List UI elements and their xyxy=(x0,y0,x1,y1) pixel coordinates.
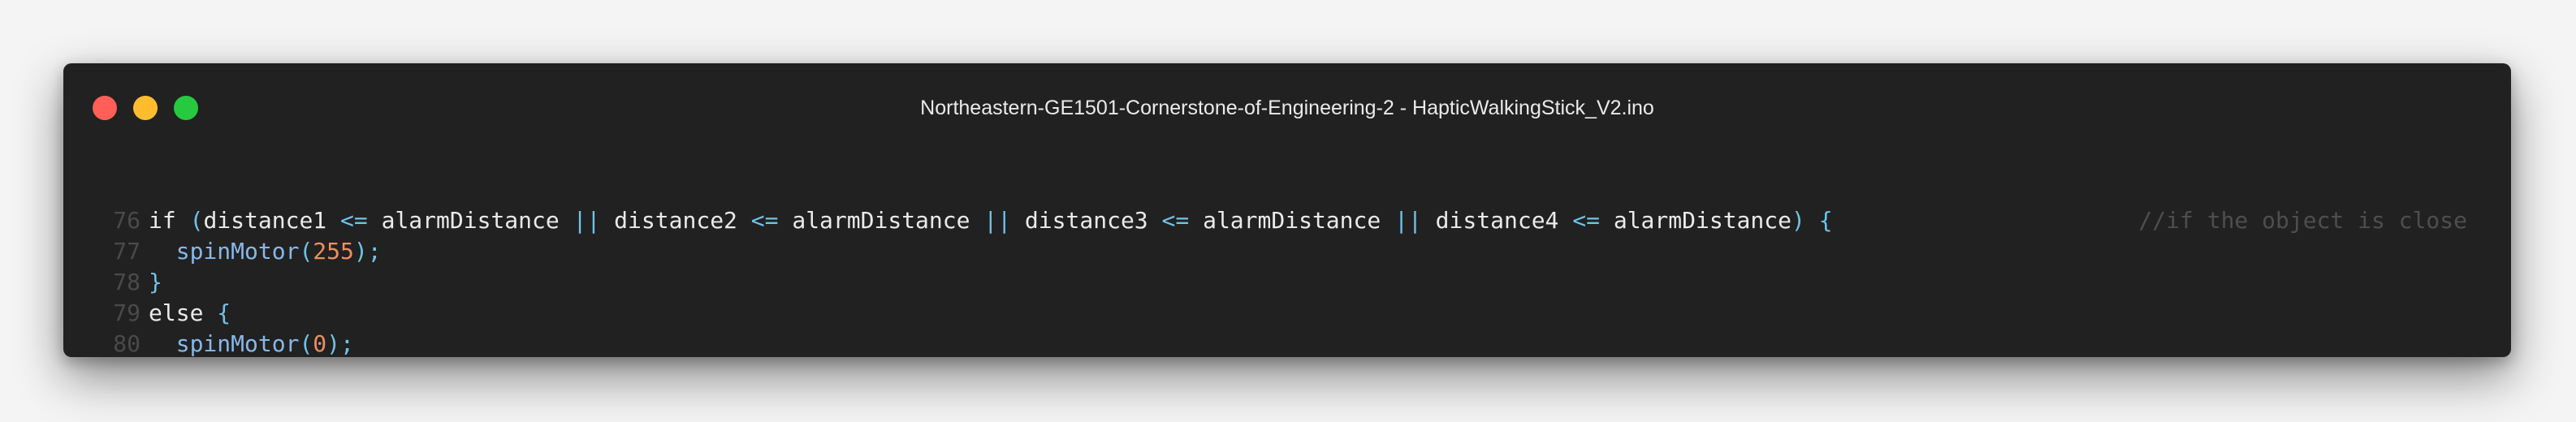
code-token: <= xyxy=(750,207,779,234)
code-token: ( xyxy=(299,238,313,265)
code-text: } xyxy=(149,267,162,298)
code-token: else xyxy=(149,299,218,326)
code-token: ( xyxy=(299,330,313,357)
code-line: 77 spinMotor(255); xyxy=(63,236,2511,267)
code-token: ); xyxy=(353,238,382,265)
code-token: <= xyxy=(340,207,368,234)
code-token: alarmDistance xyxy=(1189,207,1395,234)
code-token: distance1 xyxy=(203,207,341,234)
code-token: spinMotor xyxy=(175,238,300,265)
line-number: 78 xyxy=(113,269,140,295)
code-token: alarmDistance xyxy=(1599,207,1792,234)
code-line: 78} xyxy=(63,267,2511,298)
code-token: } xyxy=(149,269,162,295)
code-text: if (distance1 <= alarmDistance || distan… xyxy=(149,205,1833,236)
line-number: 76 xyxy=(113,207,140,234)
window-title: Northeastern-GE1501-Cornerstone-of-Engin… xyxy=(920,97,1654,119)
code-text: else { xyxy=(149,298,231,329)
line-number: 79 xyxy=(113,299,140,326)
code-token: || xyxy=(983,207,1012,234)
code-token: ) xyxy=(1792,207,1805,234)
code-text: spinMotor(255); xyxy=(149,236,382,267)
line-number: 80 xyxy=(113,330,140,357)
code-editor: 76 if (distance1 <= alarmDistance || dist… xyxy=(63,205,2511,357)
code-line: 79 else { xyxy=(63,298,2511,329)
title-bar: Northeastern-GE1501-Cornerstone-of-Engin… xyxy=(63,63,2511,153)
code-token: spinMotor xyxy=(175,330,300,357)
code-token: <= xyxy=(1572,207,1600,234)
code-token: distance2 xyxy=(600,207,751,234)
code-line: 76 if (distance1 <= alarmDistance || dist… xyxy=(63,205,2511,236)
code-window: Northeastern-GE1501-Cornerstone-of-Engin… xyxy=(63,63,2511,357)
code-token: ( xyxy=(189,207,204,234)
code-token: { xyxy=(217,299,231,326)
code-token: if xyxy=(149,207,190,234)
code-token: <= xyxy=(1161,207,1190,234)
code-token: alarmDistance xyxy=(367,207,573,234)
code-token: distance4 xyxy=(1421,207,1573,234)
code-token: || xyxy=(1394,207,1422,234)
code-token: ); xyxy=(326,330,354,357)
code-text: spinMotor(0); xyxy=(149,329,354,357)
line-number: 77 xyxy=(113,238,140,265)
code-token: alarmDistance xyxy=(778,207,984,234)
code-token: distance3 xyxy=(1011,207,1162,234)
code-line: 80 spinMotor(0); xyxy=(63,329,2511,357)
code-token: 255 xyxy=(313,238,354,265)
code-comment: //if the object is close xyxy=(2138,207,2467,234)
code-token: { xyxy=(1804,207,1833,234)
code-token: 0 xyxy=(313,330,327,357)
code-token: || xyxy=(573,207,601,234)
